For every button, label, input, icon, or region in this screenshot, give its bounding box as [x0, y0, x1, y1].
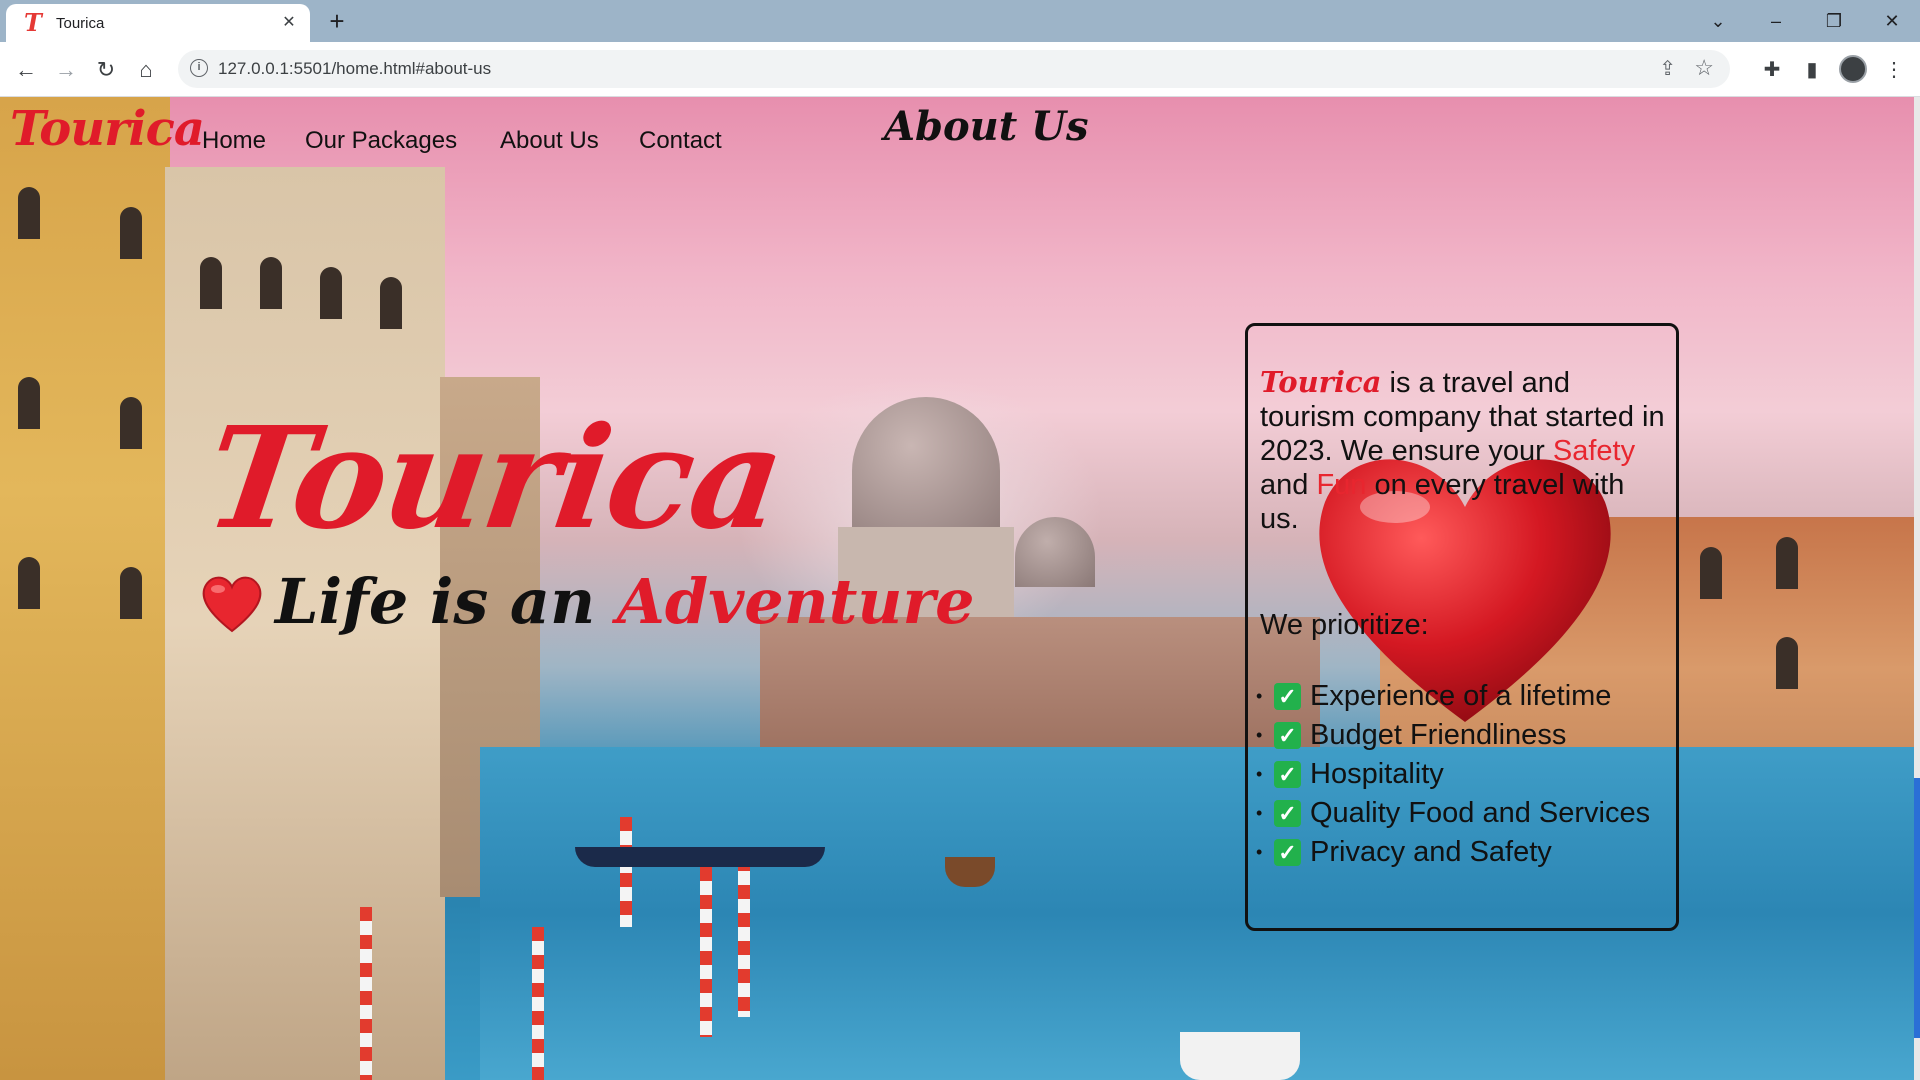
browser-tabstrip: T Tourica ✕ + ⌄ – ❐ ✕ [0, 0, 1920, 42]
boat-decor [1180, 1032, 1300, 1080]
gondola-decor [575, 847, 825, 867]
priority-item: ✓ Budget Friendliness [1256, 716, 1650, 755]
nav-our-packages[interactable]: Our Packages [305, 127, 457, 155]
profile-avatar[interactable] [1839, 55, 1867, 83]
mooring-pole [620, 817, 632, 927]
window-decor [320, 267, 342, 319]
mooring-pole [360, 907, 372, 1080]
priority-item: ✓ Privacy and Safety [1256, 833, 1650, 872]
site-info-icon[interactable]: i [190, 59, 208, 77]
mooring-pole [532, 927, 544, 1080]
basilica-small-dome [1015, 517, 1095, 587]
priority-label: Quality Food and Services [1310, 797, 1651, 829]
priority-label: Experience of a lifetime [1310, 680, 1612, 712]
check-icon: ✓ [1274, 683, 1301, 710]
tagline-text: Life is an [275, 565, 617, 638]
tourica-favicon-icon: T [24, 8, 42, 37]
window-decor [200, 257, 222, 309]
priority-label: Budget Friendliness [1310, 719, 1567, 751]
priority-label: Hospitality [1310, 758, 1444, 790]
mooring-pole [700, 867, 712, 1037]
background-city [760, 617, 1320, 767]
tab-close-icon[interactable]: ✕ [278, 12, 300, 34]
about-safety: Safety [1552, 435, 1636, 467]
about-fun: Fun [1316, 469, 1367, 501]
sidebar-icon[interactable]: ▮ [1796, 54, 1828, 86]
window-decor [18, 187, 40, 239]
window-decor [120, 207, 142, 259]
check-icon: ✓ [1274, 839, 1301, 866]
background-canal [480, 747, 1914, 1080]
about-text: and [1260, 469, 1317, 501]
basilica-dome [852, 397, 1000, 537]
window-decor [18, 377, 40, 429]
prioritize-label: We prioritize: [1260, 609, 1429, 641]
check-icon: ✓ [1274, 761, 1301, 788]
tagline-accent: Adventure [616, 565, 975, 638]
back-button[interactable]: ← [10, 54, 42, 86]
url-text[interactable]: 127.0.0.1:5501/home.html#about-us [218, 59, 491, 79]
about-brand: Tourica [1260, 365, 1382, 399]
priority-item: ✓ Quality Food and Services [1256, 794, 1651, 833]
browser-toolbar: ← → ↻ ⌂ i 127.0.0.1:5501/home.html#about… [0, 42, 1920, 97]
mooring-pole [738, 857, 750, 1017]
minimize-button[interactable]: – [1756, 6, 1796, 36]
priority-item: ✓ Experience of a lifetime [1256, 677, 1650, 716]
reload-button[interactable]: ↻ [90, 54, 122, 86]
window-decor [1700, 547, 1722, 599]
tab-title: Tourica [56, 15, 105, 32]
share-icon[interactable]: ⇪ [1659, 56, 1676, 81]
new-tab-button[interactable]: + [322, 7, 352, 37]
window-decor [18, 557, 40, 609]
address-bar[interactable]: i 127.0.0.1:5501/home.html#about-us ⇪ ☆ [178, 50, 1730, 88]
window-decor [1776, 637, 1798, 689]
tab-search-chevron-icon[interactable]: ⌄ [1698, 6, 1738, 36]
priority-list: ✓ Experience of a lifetime ✓ Budget Friend… [1256, 677, 1651, 872]
browser-tab[interactable]: T Tourica ✕ [6, 4, 310, 42]
page-scrollbar-thumb[interactable] [1914, 778, 1920, 1038]
restore-button[interactable]: ❐ [1814, 6, 1854, 36]
check-icon: ✓ [1274, 722, 1301, 749]
heart-icon [202, 576, 262, 633]
star-icon[interactable]: ☆ [1694, 55, 1714, 81]
site-logo[interactable]: Tourica [10, 101, 205, 157]
section-title: About Us [884, 103, 1089, 150]
hero-title: Tourica [196, 397, 792, 561]
nav-home[interactable]: Home [202, 127, 266, 155]
nav-contact[interactable]: Contact [639, 127, 722, 155]
window-close-button[interactable]: ✕ [1872, 6, 1912, 36]
priority-label: Privacy and Safety [1310, 836, 1552, 868]
window-decor [120, 397, 142, 449]
window-decor [1776, 537, 1798, 589]
forward-button[interactable]: → [50, 54, 82, 86]
boat-decor [945, 857, 995, 887]
menu-icon[interactable]: ⋮ [1878, 54, 1910, 86]
window-decor [120, 567, 142, 619]
window-decor [260, 257, 282, 309]
page-viewport: Tourica Home Our Packages About Us Conta… [0, 97, 1914, 1080]
home-button[interactable]: ⌂ [130, 54, 162, 86]
check-icon: ✓ [1274, 800, 1301, 827]
about-paragraph: Tourica is a travel and tourism company … [1260, 365, 1670, 536]
priority-item: ✓ Hospitality [1256, 755, 1650, 794]
nav-about-us[interactable]: About Us [500, 127, 599, 155]
hero-tagline: Life is an Adventure [275, 565, 975, 638]
window-decor [380, 277, 402, 329]
extensions-icon[interactable]: ✚ [1756, 54, 1788, 86]
